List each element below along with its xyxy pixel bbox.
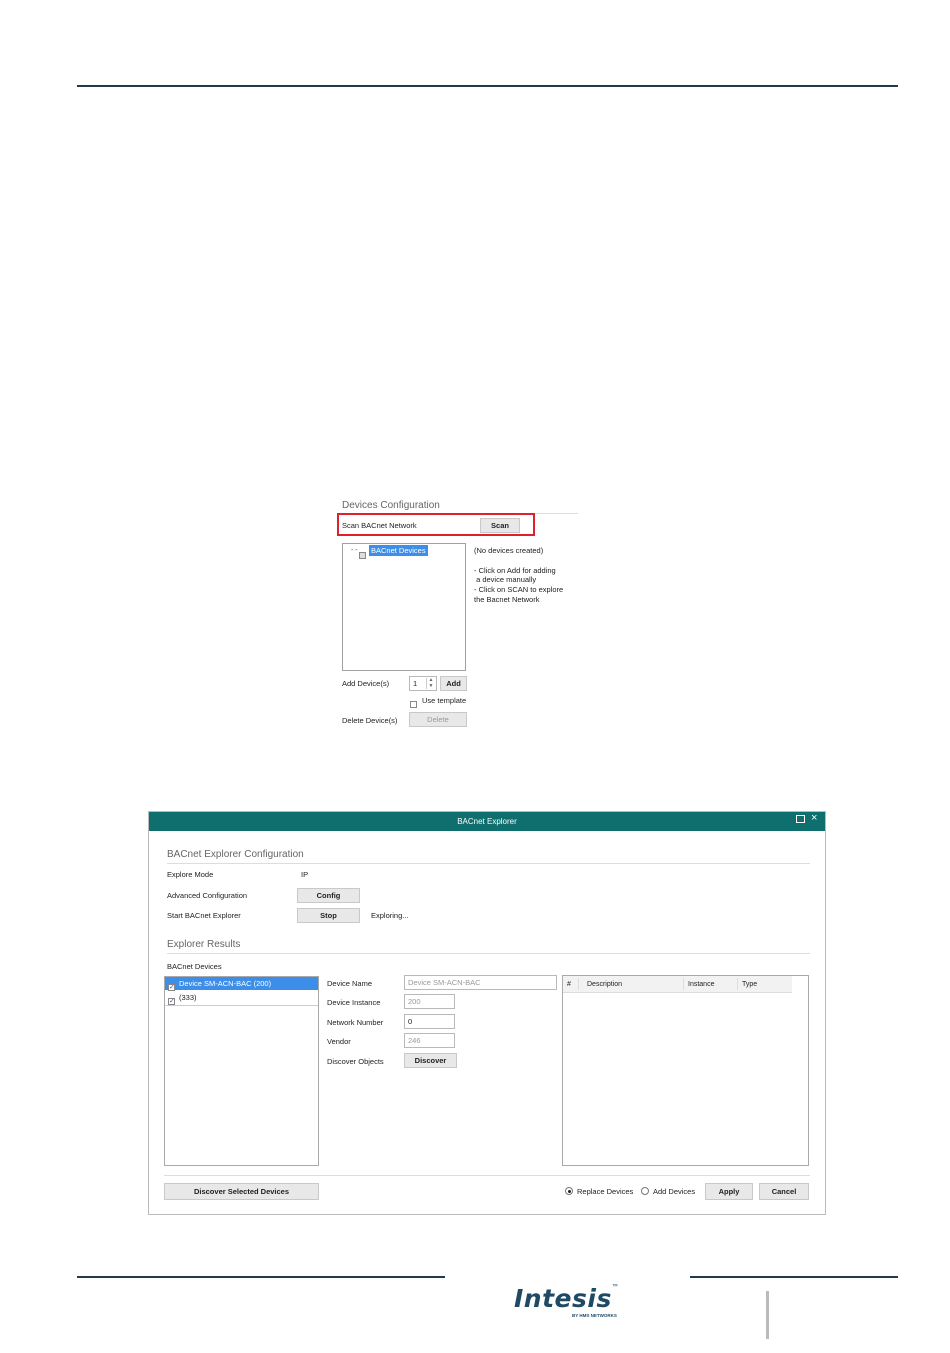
- footer-vertical-bar: [766, 1291, 769, 1339]
- highlight-box: [337, 513, 535, 536]
- info-line: (No devices created): [474, 546, 544, 555]
- column-header[interactable]: Type: [742, 981, 757, 988]
- info-text: (No devices created) - Click on Add for …: [474, 546, 563, 605]
- list-divider: [165, 1005, 318, 1006]
- info-line: a device manually: [474, 575, 537, 585]
- header-rule: [77, 85, 898, 87]
- replace-devices-label: Replace Devices: [577, 1187, 634, 1196]
- discover-selected-button[interactable]: Discover Selected Devices: [164, 1183, 319, 1200]
- device-instance-field[interactable]: 200: [404, 994, 455, 1009]
- delete-devices-label: Delete Device(s): [342, 716, 398, 725]
- device-label: (333): [179, 993, 197, 1002]
- add-devices-radio[interactable]: [641, 1187, 649, 1195]
- bacnet-devices-label: BACnet Devices: [167, 962, 222, 971]
- brand-tagline: BY HMS NETWORKS: [572, 1313, 617, 1318]
- device-tree[interactable]: - - BACnet Devices: [342, 543, 466, 671]
- use-template-label: Use template: [422, 696, 467, 705]
- device-name-label: Device Name: [327, 979, 373, 988]
- column-divider: [683, 978, 684, 990]
- config-section-title: BACnet Explorer Configuration: [167, 849, 304, 860]
- info-line: - Click on SCAN to explore: [474, 585, 564, 595]
- add-button[interactable]: Add: [440, 676, 467, 691]
- start-explorer-label: Start BACnet Explorer: [167, 911, 241, 920]
- results-section-title: Explorer Results: [167, 939, 241, 950]
- intesis-logo: Intesis™ BY HMS NETWORKS: [514, 1284, 618, 1318]
- replace-devices-radio[interactable]: [565, 1187, 573, 1195]
- discover-button[interactable]: Discover: [404, 1053, 457, 1068]
- cancel-button[interactable]: Cancel: [759, 1183, 809, 1200]
- explorer-status: Exploring...: [371, 911, 409, 920]
- radio-dot: [567, 1189, 571, 1193]
- footer-rule-left: [77, 1276, 445, 1278]
- brand-name: Intesis: [514, 1284, 612, 1313]
- close-icon[interactable]: ×: [811, 812, 817, 824]
- tree-root-checkbox[interactable]: [359, 547, 366, 565]
- discover-objects-label: Discover Objects: [327, 1057, 384, 1066]
- device-name-field[interactable]: Device SM-ACN-BAC: [404, 975, 557, 990]
- network-number-label: Network Number: [327, 1018, 384, 1027]
- devices-config-title: Devices Configuration: [342, 500, 440, 511]
- column-divider: [578, 978, 579, 990]
- vendor-label: Vendor: [327, 1037, 351, 1046]
- explore-mode-value: IP: [301, 870, 309, 879]
- info-line: the Bacnet Network: [474, 594, 540, 604]
- explorer-window: BACnet Explorer × BACnet Explorer Config…: [148, 811, 826, 1215]
- delete-button[interactable]: Delete: [409, 712, 467, 727]
- add-devices-label: Add Devices: [653, 1187, 696, 1196]
- table-header: # Description Instance Type: [563, 976, 792, 993]
- list-item[interactable]: ✓ Device SM-ACN-BAC (200): [165, 977, 318, 992]
- column-header[interactable]: #: [567, 981, 571, 988]
- column-divider: [737, 978, 738, 990]
- device-instance-label: Device Instance: [327, 998, 381, 1007]
- stop-button[interactable]: Stop: [297, 908, 360, 923]
- tree-root-label[interactable]: BACnet Devices: [369, 545, 428, 556]
- footer-rule-right: [690, 1276, 898, 1278]
- maximize-icon[interactable]: [796, 815, 805, 823]
- add-count-value: 1: [413, 679, 418, 688]
- config-button[interactable]: Config: [297, 888, 360, 903]
- window-title: BACnet Explorer: [457, 817, 517, 826]
- section-divider: [167, 863, 810, 864]
- device-checkbox[interactable]: ✓: [168, 993, 175, 1011]
- tree-connector: - -: [351, 547, 358, 554]
- add-count-stepper[interactable]: 1 ▲ ▼: [409, 676, 437, 691]
- trademark: ™: [611, 1284, 618, 1290]
- info-line: [474, 556, 563, 566]
- info-line: - Click on Add for adding: [474, 565, 556, 575]
- vendor-field[interactable]: 246: [404, 1033, 455, 1048]
- apply-button[interactable]: Apply: [705, 1183, 753, 1200]
- device-list[interactable]: ✓ Device SM-ACN-BAC (200) ✓ (333): [164, 976, 319, 1166]
- list-item[interactable]: ✓ (333): [165, 991, 318, 1006]
- add-devices-label: Add Device(s): [342, 679, 390, 688]
- window-titlebar: BACnet Explorer ×: [149, 812, 825, 831]
- device-label: Device SM-ACN-BAC (200): [179, 979, 272, 988]
- advanced-config-label: Advanced Configuration: [167, 891, 248, 900]
- explore-mode-label: Explore Mode: [167, 870, 214, 879]
- objects-table[interactable]: # Description Instance Type: [562, 975, 809, 1166]
- column-header[interactable]: Instance: [688, 981, 714, 988]
- column-header[interactable]: Description: [587, 981, 622, 988]
- footer-divider: [164, 1175, 810, 1176]
- network-number-field[interactable]: 0: [404, 1014, 455, 1029]
- stepper-arrows-icon[interactable]: ▲ ▼: [426, 677, 435, 689]
- section-divider: [167, 953, 810, 954]
